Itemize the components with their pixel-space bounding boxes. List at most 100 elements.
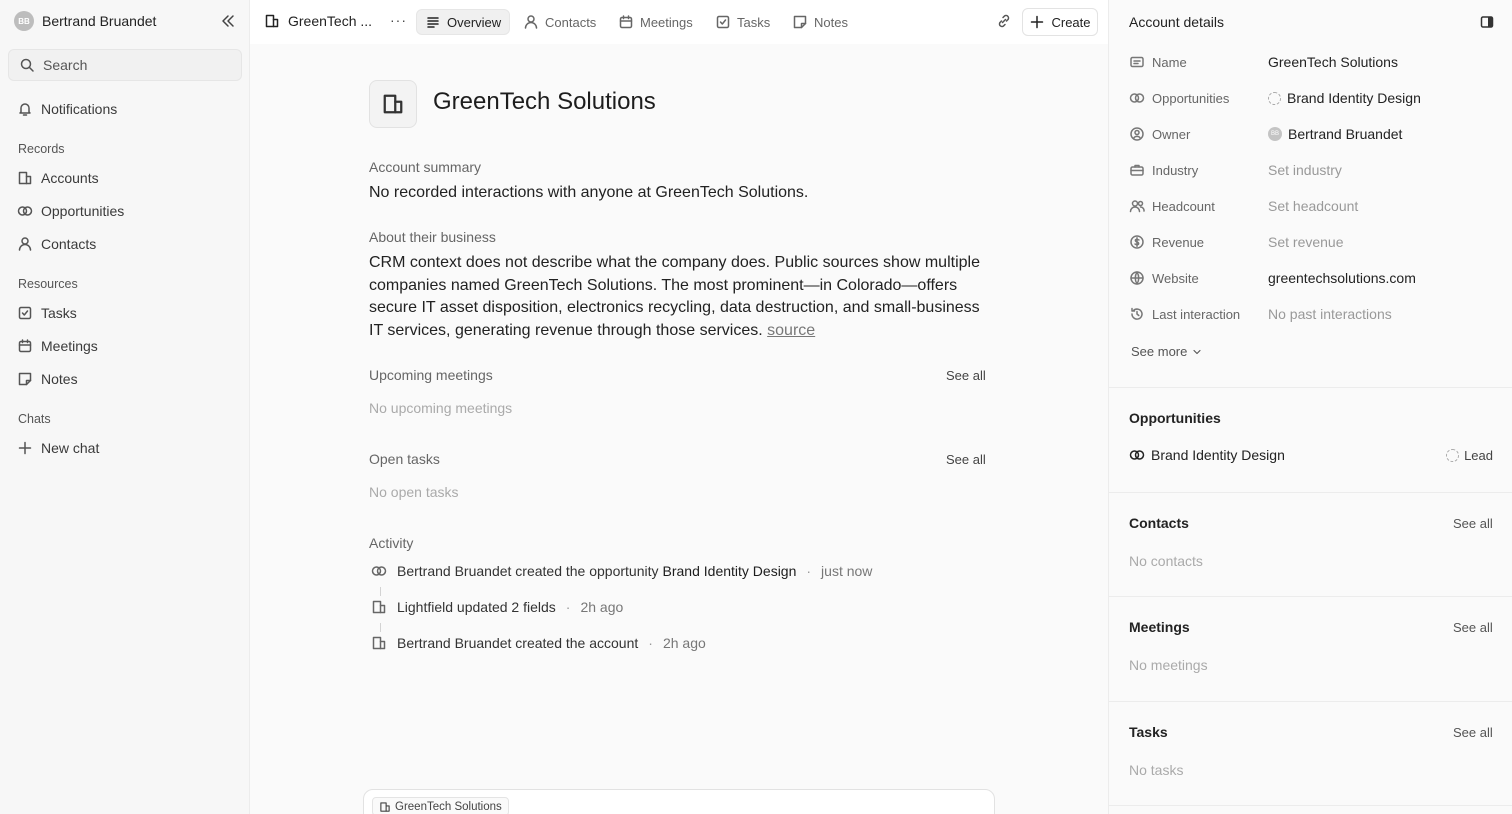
- tab-label: Notes: [814, 14, 848, 30]
- sidebar-item-opportunities[interactable]: Opportunities: [17, 199, 124, 223]
- divider: [1109, 492, 1512, 493]
- field-value-last-interaction[interactable]: No past interactions: [1268, 306, 1392, 322]
- panel-title: Account details: [1129, 14, 1224, 30]
- opportunity-link[interactable]: Brand Identity Design: [1129, 447, 1285, 463]
- activity-time: 2h ago: [662, 635, 706, 651]
- stage-circle-icon: [1268, 91, 1281, 105]
- checkbox-icon: [715, 14, 731, 30]
- opportunity-icon: [1129, 90, 1145, 106]
- divider: [1109, 805, 1512, 806]
- account-logo: [369, 80, 417, 128]
- sidebar-item-accounts[interactable]: Accounts: [17, 166, 99, 190]
- tab-overview[interactable]: Overview: [416, 9, 511, 35]
- search-field[interactable]: [8, 49, 242, 81]
- upcoming-meetings-see-all-link[interactable]: See all: [946, 368, 986, 383]
- plus-icon: [17, 440, 33, 456]
- opportunity-row[interactable]: Brand Identity Design Lead: [1129, 447, 1493, 463]
- field-label-text: Name: [1152, 54, 1187, 70]
- tasks-section-title: Tasks: [1129, 724, 1168, 740]
- tab-label: Overview: [447, 14, 502, 30]
- sidebar-item-meetings[interactable]: Meetings: [17, 334, 98, 358]
- user-menu[interactable]: BB Bertrand Bruandet: [14, 11, 156, 31]
- opportunities-section-title: Opportunities: [1129, 410, 1221, 426]
- person-icon: [523, 14, 539, 30]
- account-details-panel: Account details Name GreenTech Solutions…: [1108, 0, 1512, 814]
- create-button[interactable]: Create: [1022, 8, 1098, 36]
- tab-notes[interactable]: Notes: [784, 9, 856, 35]
- tab-meetings[interactable]: Meetings: [610, 9, 701, 35]
- contacts-section-title: Contacts: [1129, 515, 1189, 531]
- field-value-opportunities[interactable]: Brand Identity Design: [1268, 90, 1421, 106]
- sidebar-item-tasks[interactable]: Tasks: [17, 301, 77, 325]
- field-value-revenue[interactable]: Set revenue: [1268, 234, 1344, 250]
- breadcrumb[interactable]: GreenTech ...: [264, 13, 372, 29]
- field-value-headcount[interactable]: Set headcount: [1268, 198, 1358, 214]
- building-icon: [264, 13, 280, 29]
- panel-toggle-icon[interactable]: [1479, 14, 1495, 30]
- building-icon: [371, 599, 387, 615]
- note-icon: [792, 14, 808, 30]
- activity-item: Lightfield updated 2 fields · 2h ago: [371, 599, 623, 615]
- field-label: Owner: [1129, 126, 1268, 142]
- avatar: BB: [14, 11, 34, 31]
- tasks-see-all-link[interactable]: See all: [1453, 725, 1493, 740]
- dollar-circle-icon: [1129, 234, 1145, 250]
- briefcase-icon: [1129, 162, 1145, 178]
- search-input[interactable]: [43, 57, 223, 73]
- about-business-heading: About their business: [369, 229, 496, 245]
- page-title: GreenTech Solutions: [433, 88, 656, 115]
- field-label: Headcount: [1129, 198, 1268, 214]
- opportunity-name: Brand Identity Design: [1151, 447, 1285, 463]
- copy-link-icon[interactable]: [996, 13, 1012, 29]
- sidebar-item-notes[interactable]: Notes: [17, 367, 78, 391]
- field-value-name[interactable]: GreenTech Solutions: [1268, 54, 1398, 70]
- chevron-down-icon: [1191, 346, 1203, 358]
- open-tasks-see-all-link[interactable]: See all: [946, 452, 986, 467]
- source-link[interactable]: source: [767, 322, 815, 339]
- field-value-website[interactable]: greentechsolutions.com: [1268, 270, 1416, 286]
- field-value-text: Bertrand Bruandet: [1288, 126, 1403, 142]
- plus-icon: [1029, 14, 1045, 30]
- activity-time: 2h ago: [580, 599, 624, 615]
- field-label-text: Website: [1152, 270, 1199, 286]
- activity-item: Bertrand Bruandet created the account · …: [371, 635, 706, 651]
- collapse-sidebar-icon[interactable]: [220, 13, 236, 29]
- activity-heading: Activity: [369, 535, 414, 551]
- new-chat-button[interactable]: New chat: [17, 436, 99, 460]
- building-icon: [379, 801, 391, 813]
- chat-input-bar[interactable]: GreenTech Solutions: [363, 789, 995, 814]
- field-revenue: Revenue Set revenue: [1129, 232, 1344, 252]
- sidebar-item-label: Contacts: [41, 236, 97, 252]
- meetings-see-all-link[interactable]: See all: [1453, 620, 1493, 635]
- activity-text: Bertrand Bruandet created the opportunit…: [397, 563, 659, 579]
- see-more-label: See more: [1131, 344, 1188, 359]
- sidebar-item-notifications[interactable]: Notifications: [17, 97, 117, 121]
- account-summary-text: No recorded interactions with anyone at …: [369, 184, 809, 201]
- field-value-owner[interactable]: BB Bertrand Bruandet: [1268, 126, 1402, 142]
- field-label-text: Last interaction: [1152, 306, 1241, 322]
- resources-section-label: Resources: [18, 277, 78, 291]
- top-bar: GreenTech ... ··· Overview Contacts Meet…: [250, 0, 1108, 44]
- owner-avatar: BB: [1268, 127, 1282, 141]
- sidebar-item-label: Opportunities: [41, 203, 125, 219]
- field-label: Revenue: [1129, 234, 1268, 250]
- activity-opportunity-link[interactable]: Brand Identity Design: [663, 563, 797, 579]
- opportunity-icon: [371, 563, 387, 579]
- field-label: Industry: [1129, 162, 1268, 178]
- field-value-industry[interactable]: Set industry: [1268, 162, 1342, 178]
- contacts-empty: No contacts: [1129, 553, 1203, 569]
- bell-icon: [17, 101, 33, 117]
- field-owner: Owner BB Bertrand Bruandet: [1129, 124, 1402, 144]
- search-icon: [19, 57, 35, 73]
- tab-tasks[interactable]: Tasks: [707, 9, 778, 35]
- sidebar-item-contacts[interactable]: Contacts: [17, 232, 96, 256]
- more-options-button[interactable]: ···: [390, 12, 407, 28]
- account-summary-heading: Account summary: [369, 159, 482, 175]
- stage-circle-icon: [1446, 448, 1460, 462]
- context-chip[interactable]: GreenTech Solutions: [372, 797, 509, 814]
- tab-contacts[interactable]: Contacts: [515, 9, 604, 35]
- open-tasks-empty: No open tasks: [369, 484, 459, 500]
- see-more-button[interactable]: See more: [1131, 344, 1203, 359]
- contacts-see-all-link[interactable]: See all: [1453, 516, 1493, 531]
- field-last-interaction: Last interaction No past interactions: [1129, 304, 1392, 324]
